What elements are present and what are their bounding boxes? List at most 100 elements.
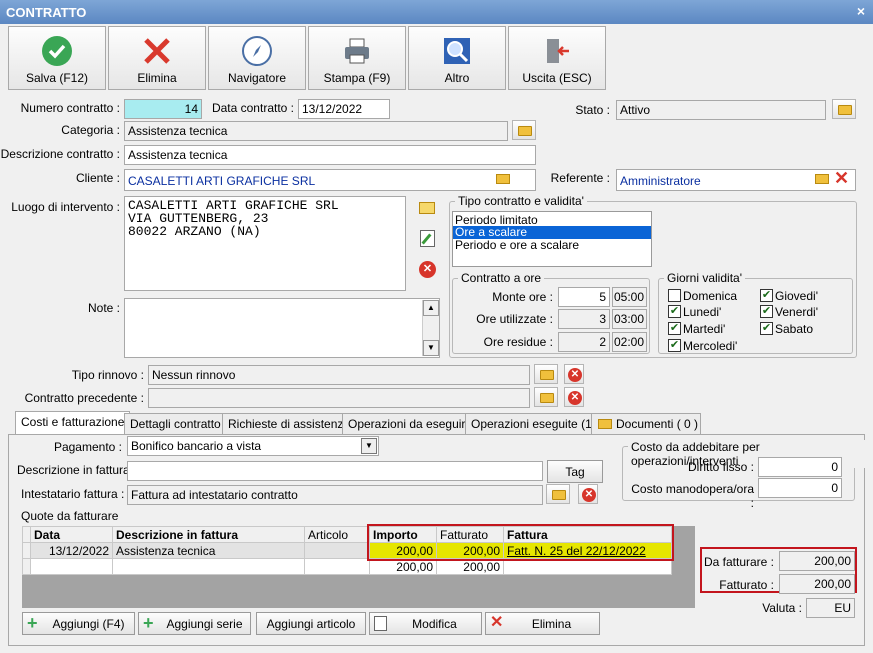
tab-operazioni-eseguite[interactable]: Operazioni eseguite (1) xyxy=(465,413,602,434)
add-series-button[interactable]: + Aggiungi serie xyxy=(138,612,251,635)
add-button[interactable]: + Aggiungi (F4) xyxy=(22,612,135,635)
cell-descrizione: Assistenza tecnica xyxy=(112,542,305,559)
da-fatturare-label: Da fatturare : xyxy=(703,555,774,569)
close-icon[interactable]: × xyxy=(857,3,865,19)
tab-dettagli-contratto[interactable]: Dettagli contratto xyxy=(124,413,227,434)
numero-contratto-field[interactable]: 14 xyxy=(124,99,202,119)
print-button[interactable]: Stampa (F9) xyxy=(308,26,406,90)
numero-contratto-label: Numero contratto : xyxy=(20,101,120,115)
tab-documenti[interactable]: Documenti ( 0 ) xyxy=(591,413,701,434)
referente-folder-icon[interactable] xyxy=(814,173,830,186)
diritto-fisso-label: Diritto fisso : xyxy=(687,460,754,474)
tag-button[interactable]: Tag xyxy=(547,460,603,483)
print-label: Stampa (F9) xyxy=(323,71,391,85)
descrizione-contratto-label: Descrizione contratto : xyxy=(0,147,120,161)
luogo-textarea[interactable]: CASALETTI ARTI GRAFICHE SRL VIA GUTTENBE… xyxy=(124,196,406,291)
day-label: Martedi' xyxy=(683,322,726,336)
exit-button[interactable]: Uscita (ESC) xyxy=(508,26,606,90)
precedente-folder-icon[interactable] xyxy=(534,387,558,407)
scroll-up-icon[interactable]: ▲ xyxy=(423,300,439,316)
descrizione-fattura-field[interactable] xyxy=(127,461,543,481)
precedente-remove-icon[interactable]: ✕ xyxy=(564,387,584,407)
day-label: Sabato xyxy=(775,322,814,336)
rinnovo-folder-icon[interactable] xyxy=(534,364,558,384)
ore-residue-time: 02:00 xyxy=(612,332,647,352)
intestatario-folder-icon[interactable] xyxy=(546,484,570,504)
edit-label: Modifica xyxy=(412,617,457,631)
monte-ore-label: Monte ore : xyxy=(492,290,553,304)
categoria-field[interactable]: Assistenza tecnica xyxy=(124,121,508,141)
manodopera-field[interactable]: 0 xyxy=(758,478,842,498)
monte-ore-field[interactable]: 5 xyxy=(558,287,610,307)
pagamento-label: Pagamento : xyxy=(53,440,122,454)
contratto-precedente-label: Contratto precedente : xyxy=(24,391,144,405)
note-scrollbar[interactable]: ▲ ▼ xyxy=(422,300,439,356)
delete-button[interactable]: Elimina xyxy=(108,26,206,90)
stato-field[interactable]: Attivo xyxy=(616,100,826,120)
ore-utilizzate-time: 03:00 xyxy=(612,309,647,329)
checkbox-checked-icon[interactable]: ✔ xyxy=(760,305,773,318)
add-series-label: Aggiungi serie xyxy=(166,617,243,631)
tipo-option[interactable]: Periodo limitato xyxy=(453,212,651,227)
chevron-down-icon[interactable]: ▼ xyxy=(361,438,377,454)
remove-icon[interactable]: ✕ xyxy=(418,260,438,280)
tab-costi-fatturazione[interactable]: Costi e fatturazione xyxy=(15,411,131,435)
edit-button[interactable]: Modifica xyxy=(369,612,482,635)
tipo-rinnovo-field[interactable]: Nessun rinnovo xyxy=(148,365,530,385)
rinnovo-remove-icon[interactable]: ✕ xyxy=(564,364,584,384)
checkbox-checked-icon[interactable]: ✔ xyxy=(760,322,773,335)
referente-clear-icon[interactable]: ✕ xyxy=(834,169,852,188)
note-textarea[interactable] xyxy=(124,298,440,358)
check-icon xyxy=(42,36,72,66)
edit-note-icon[interactable] xyxy=(417,228,439,250)
cliente-field[interactable]: CASALETTI ARTI GRAFICHE SRL xyxy=(124,169,536,191)
remove-button[interactable]: ✕ Elimina xyxy=(485,612,600,635)
open-folder-icon[interactable] xyxy=(417,198,439,218)
day-label: Domenica xyxy=(683,289,738,303)
tipo-contratto-list[interactable]: Periodo limitato Ore a scalare Periodo e… xyxy=(452,211,652,267)
day-label: Lunedi' xyxy=(683,305,722,319)
referente-label: Referente : xyxy=(550,171,610,185)
col-articolo[interactable]: Articolo xyxy=(304,526,370,543)
cliente-label: Cliente : xyxy=(75,171,120,185)
intestatario-field[interactable]: Fattura ad intestatario contratto xyxy=(127,485,543,505)
row-header-cell xyxy=(22,542,31,559)
checkbox-checked-icon[interactable]: ✔ xyxy=(760,289,773,302)
contratto-precedente-field[interactable] xyxy=(148,388,530,408)
checkbox-checked-icon[interactable]: ✔ xyxy=(668,339,681,352)
scroll-down-icon[interactable]: ▼ xyxy=(423,340,439,356)
data-contratto-label: Data contratto : xyxy=(211,101,294,115)
other-button[interactable]: Altro xyxy=(408,26,506,90)
window-title: CONTRATTO xyxy=(6,5,87,20)
day-label: Venerdi' xyxy=(775,305,818,319)
cliente-folder-icon[interactable] xyxy=(494,172,512,186)
save-button[interactable]: Salva (F12) xyxy=(8,26,106,90)
data-contratto-field[interactable]: 13/12/2022 xyxy=(298,99,390,119)
tab-richieste-assistenza[interactable]: Richieste di assistenza xyxy=(222,413,357,434)
stato-folder-icon[interactable] xyxy=(832,99,856,119)
day-label: Giovedi' xyxy=(775,289,818,303)
descrizione-contratto-field[interactable]: Assistenza tecnica xyxy=(124,145,536,165)
totals-empty-cell xyxy=(112,558,305,575)
col-data[interactable]: Data xyxy=(30,526,113,543)
valuta-field: EU xyxy=(806,598,855,618)
col-descrizione[interactable]: Descrizione in fattura xyxy=(112,526,305,543)
tab-operazioni-da-eseguire[interactable]: Operazioni da eseguire xyxy=(342,413,479,434)
cell-data: 13/12/2022 xyxy=(30,542,113,559)
diritto-fisso-field[interactable]: 0 xyxy=(758,457,842,477)
tipo-option[interactable]: Periodo e ore a scalare xyxy=(453,239,651,252)
printer-icon xyxy=(345,38,369,64)
stato-label: Stato : xyxy=(575,103,610,117)
checkbox-checked-icon[interactable]: ✔ xyxy=(668,322,681,335)
ore-residue-field: 2 xyxy=(558,332,610,352)
add-article-button[interactable]: Aggiungi articolo xyxy=(256,612,366,635)
categoria-folder-icon[interactable] xyxy=(512,120,536,140)
intestatario-remove-icon[interactable]: ✕ xyxy=(578,484,598,504)
checkbox-checked-icon[interactable]: ✔ xyxy=(668,305,681,318)
navigator-button[interactable]: Navigatore xyxy=(208,26,306,90)
descrizione-fattura-label: Descrizione in fattura xyxy=(17,463,130,477)
pagamento-select[interactable]: Bonifico bancario a vista xyxy=(127,436,379,456)
ore-utilizzate-field: 3 xyxy=(558,309,610,329)
other-label: Altro xyxy=(444,71,470,85)
checkbox-empty-icon[interactable] xyxy=(668,289,681,302)
